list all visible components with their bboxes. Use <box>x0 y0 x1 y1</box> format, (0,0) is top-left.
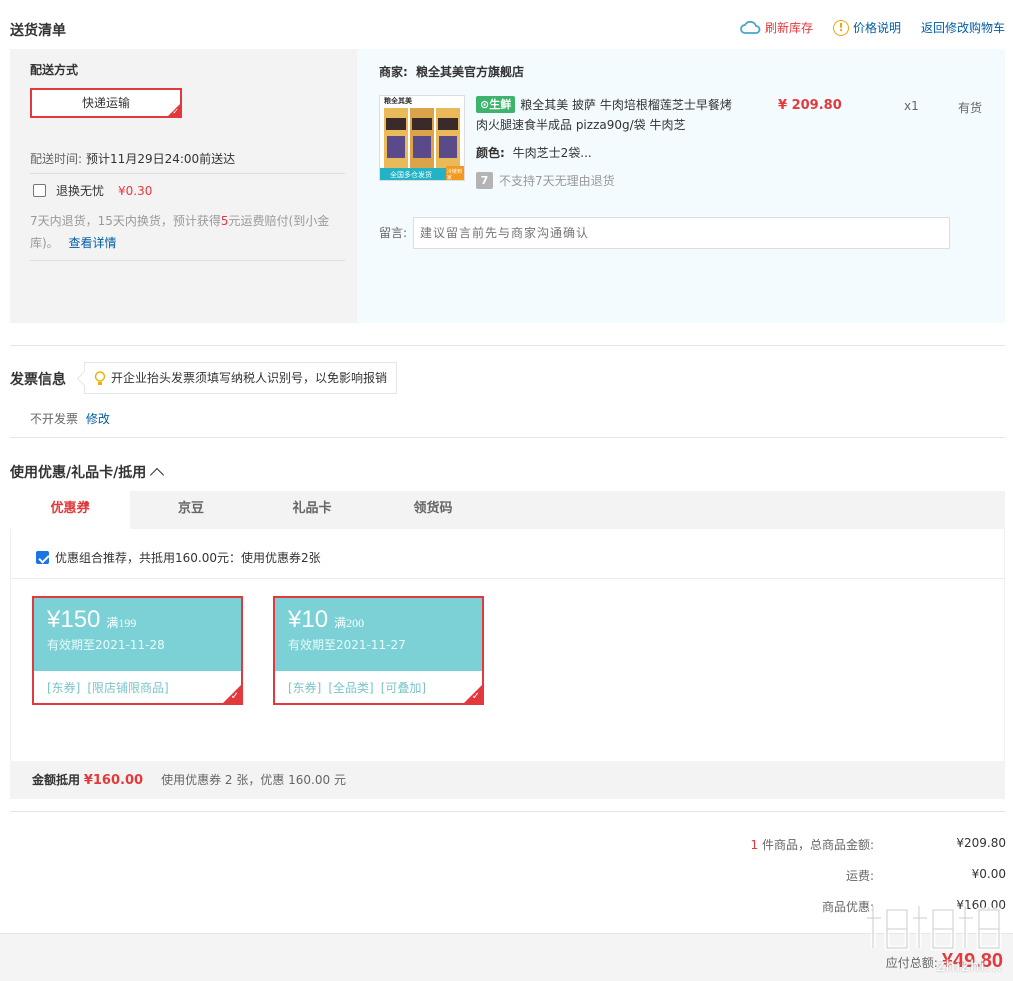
image-corner-text: 冷链到家 <box>447 169 463 181</box>
coupon-symbol: ¥ <box>47 606 61 633</box>
coupon-tabs: 优惠券 京豆 礼品卡 领货码 <box>10 491 1005 529</box>
coupon-header: ¥10 满200 有效期至2021-11-27 <box>275 598 482 671</box>
view-details-link[interactable]: 查看详情 <box>69 236 117 250</box>
price-note-link[interactable]: ! 价格说明 <box>832 19 901 36</box>
refresh-stock-link[interactable]: 刷新库存 <box>739 19 813 36</box>
product-title[interactable]: ⊙生鲜 粮全其美 披萨 牛肉培根榴莲芝士早餐烤肉火腿速食半成品 pizza90g/… <box>476 95 736 135</box>
divider <box>30 260 345 261</box>
return-insurance-label: 退换无忧 <box>56 184 105 198</box>
invoice-edit-link[interactable]: 修改 <box>86 412 110 426</box>
back-to-cart-link[interactable]: 返回修改购物车 <box>921 19 1005 36</box>
stock-status: 有货 <box>958 101 983 115</box>
coupon-expiry: 有效期至2021-11-27 <box>288 638 406 652</box>
divider <box>10 811 1005 812</box>
delivery-time: 配送时间: 预计11月29日24:00前送达 <box>30 152 236 166</box>
coupon-card[interactable]: ¥150 满199 有效期至2021-11-28 [东券] [限店铺限商品] ✓ <box>32 596 243 705</box>
fresh-badge: ⊙生鲜 <box>476 96 516 113</box>
coupon-tags: [东券] [全品类] [可叠加] <box>288 681 427 695</box>
watermark-text: zhizhi... <box>936 957 1003 975</box>
product-price: ¥ 209.80 <box>778 98 842 113</box>
merchant: 商家: 粮全其美官方旗舰店 <box>379 65 525 79</box>
notification-dot <box>84 501 89 506</box>
combo-recommend-row: 优惠组合推荐，共抵用160.00元：使用优惠券2张 <box>36 549 321 566</box>
check-icon: ✓ <box>230 691 239 702</box>
freight-row: 运费: ¥0.00 <box>845 867 1006 883</box>
tab-pickup-code[interactable]: 领货码 <box>373 491 493 529</box>
invoice-value: 不开发票 修改 <box>30 412 110 426</box>
divider <box>10 345 1005 346</box>
check-icon: ✓ <box>471 691 480 702</box>
coupon-summary: 金额抵用 ¥160.00 使用优惠券 2 张，优惠 160.00 元 <box>32 773 346 788</box>
product-quantity: x1 <box>904 99 919 113</box>
section-title-delivery: 送货清单 <box>10 23 66 39</box>
return-insurance-checkbox[interactable] <box>33 184 46 197</box>
coupon-card[interactable]: ¥10 满200 有效期至2021-11-27 [东券] [全品类] [可叠加] ✓ <box>273 596 484 705</box>
order-items-panel <box>357 49 1005 323</box>
divider <box>10 578 1005 579</box>
divider <box>10 437 1005 438</box>
image-brand-text: 粮全其美 <box>384 97 412 105</box>
product-variant: 颜色: 牛肉芝士2袋... <box>476 146 592 160</box>
lightbulb-icon <box>94 371 106 385</box>
shipping-method-label: 配送方式 <box>30 63 79 77</box>
return-insurance-desc: 7天内退货，15天内换货，预计获得5元运费赔付(到小金库)。 查看详情 <box>30 214 330 250</box>
invoice-tip: 开企业抬头发票须填写纳税人识别号，以免影响报销 <box>84 362 398 394</box>
shipping-method-option[interactable]: 快递运输 ✓ <box>30 88 182 118</box>
tab-jingdou[interactable]: 京豆 <box>131 491 251 529</box>
return-insurance-row: 退换无忧 ¥0.30 <box>33 182 152 199</box>
coupon-symbol: ¥ <box>288 606 302 633</box>
coupon-amount: 150 <box>60 606 101 633</box>
coupon-amount: 10 <box>301 606 329 633</box>
chevron-up-icon <box>150 467 165 483</box>
coupon-section-toggle[interactable]: 使用优惠/礼品卡/抵用 <box>10 462 165 483</box>
coupon-tags: [东券] [限店铺限商品] <box>47 681 169 695</box>
payable-bar <box>0 933 1013 981</box>
image-banner-text: 全国多仓发货 <box>390 171 432 179</box>
shipping-method-text: 快递运输 <box>81 96 130 110</box>
no-return-policy: 7 不支持7天无理由退货 <box>476 172 615 189</box>
header-links: 刷新库存 ! 价格说明 返回修改购物车 <box>739 19 1005 36</box>
coupon-condition: 满199 <box>106 616 137 630</box>
coupon-condition: 满200 <box>334 616 365 630</box>
tab-coupons[interactable]: 优惠券 <box>10 491 130 529</box>
divider <box>30 173 345 174</box>
coupon-header: ¥150 满199 有效期至2021-11-28 <box>34 598 241 671</box>
merchant-name[interactable]: 粮全其美官方旗舰店 <box>416 65 524 79</box>
message-label: 留言: <box>379 226 408 240</box>
cloud-refresh-icon <box>740 20 761 34</box>
coupon-expiry: 有效期至2021-11-28 <box>47 638 165 652</box>
tab-gift-card[interactable]: 礼品卡 <box>252 491 372 529</box>
product-image[interactable]: 粮全其美 全国多仓发货 冷链到家 <box>379 95 465 181</box>
check-icon: ✓ <box>172 107 179 116</box>
total-goods-row: 1 件商品，总商品金额: ¥209.80 <box>750 836 1006 852</box>
message-input[interactable] <box>413 217 950 249</box>
combo-recommend-checkbox[interactable] <box>36 551 49 564</box>
exclamation-icon: ! <box>832 19 849 36</box>
return-insurance-price: ¥0.30 <box>118 183 153 198</box>
section-title-invoice: 发票信息 <box>10 372 66 388</box>
no-7day-return-icon: 7 <box>476 172 493 189</box>
